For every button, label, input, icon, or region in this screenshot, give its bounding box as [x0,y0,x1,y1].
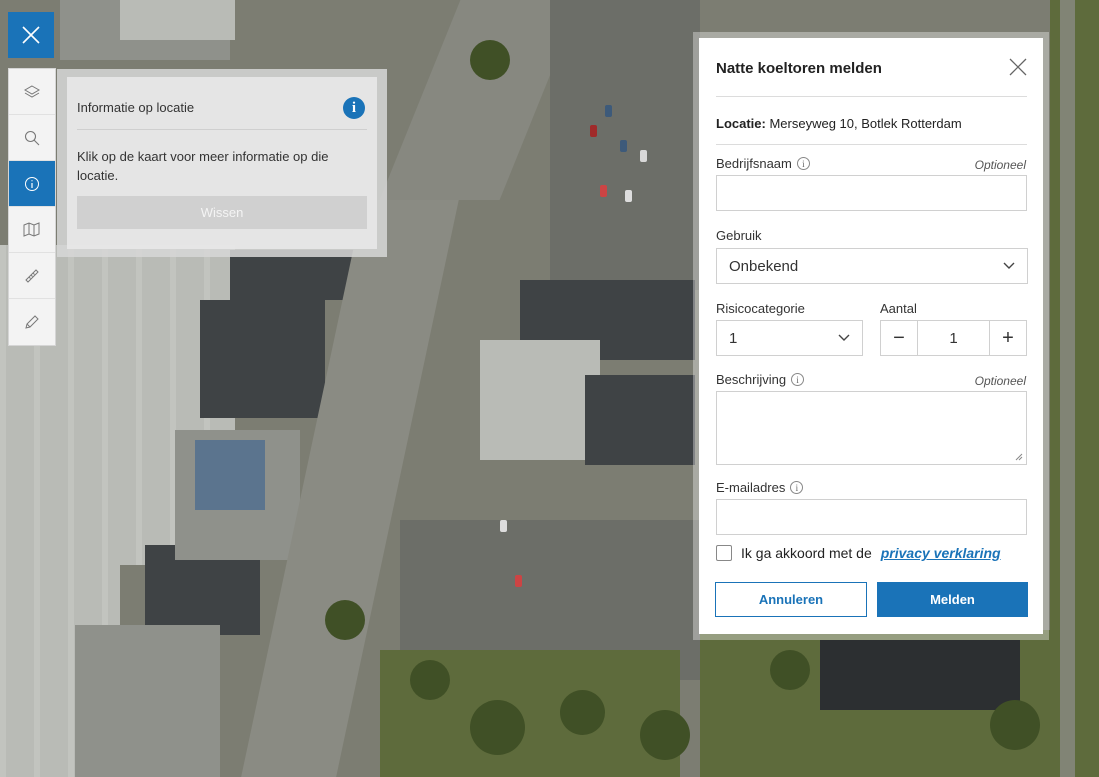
tree [470,40,510,80]
info-icon: i [343,97,365,119]
form-title: Natte koeltoren melden [716,60,882,77]
usage-select[interactable]: Onbekend [716,248,1028,284]
email-field[interactable] [716,499,1027,535]
usage-value: Onbekend [729,257,799,275]
car [500,520,507,532]
building-roof [200,300,325,418]
car [605,105,612,117]
building-roof [120,0,235,40]
layers-button[interactable] [9,69,55,115]
layers-icon [24,84,40,98]
description-label-text: Beschrijving [716,372,787,387]
privacy-consent-row: Ik ga akkoord met de privacy verklaring [716,545,1001,561]
pencil-icon [25,315,39,329]
email-label: E-mailadres i [716,480,804,495]
close-icon[interactable] [1007,56,1029,78]
location-line: Locatie: Merseyweg 10, Botlek Rotterdam [716,116,962,131]
tree [325,600,365,640]
car [600,185,607,197]
info-panel-title: Informatie op locatie [77,100,195,115]
tree [560,690,605,735]
description-textarea[interactable] [716,391,1027,465]
help-icon[interactable]: i [790,481,804,494]
help-icon[interactable]: i [791,373,805,386]
search-icon [24,130,40,145]
car [620,140,627,152]
divider [716,96,1027,97]
report-cooling-tower-form: Natte koeltoren melden Locatie: Merseywe… [699,38,1043,634]
cancel-button[interactable]: Annuleren [715,582,867,617]
count-label: Aantal [880,301,917,316]
tree [990,700,1040,750]
ruler-icon [25,268,39,283]
search-button[interactable] [9,115,55,161]
optional-label: Optioneel [974,158,1026,172]
usage-label: Gebruik [716,228,762,243]
count-value[interactable]: 1 [918,321,989,355]
info-panel: Informatie op locatie i Klik op de kaart… [57,69,387,257]
chevron-down-icon [838,334,850,341]
decrement-button[interactable]: − [881,321,918,355]
risk-category-value: 1 [729,329,738,347]
optional-label: Optioneel [974,374,1026,388]
map-toolbar [8,68,56,346]
description-label: Beschrijving i [716,372,805,387]
company-label-text: Bedrijfsnaam [716,156,792,171]
map-compare-button[interactable] [9,207,55,253]
email-label-text: E-mailadres [716,480,786,495]
draw-button[interactable] [9,299,55,345]
risk-category-select[interactable]: 1 [716,320,863,356]
tree [470,700,525,755]
privacy-statement-link[interactable]: privacy verklaring [881,545,1001,561]
blue-equipment [195,440,265,510]
building-roof [480,340,600,460]
consent-text: Ik ga akkoord met de [741,545,872,561]
chevron-down-icon [1003,262,1015,269]
map-compare-icon [23,221,40,237]
road [1060,0,1075,777]
building-roof [585,375,695,465]
car [590,125,597,137]
divider [716,144,1027,145]
building-roof [75,625,220,777]
increment-button[interactable]: + [989,321,1026,355]
info-button[interactable] [9,161,55,207]
close-map-tools-button[interactable] [8,12,54,58]
info-panel-body: Informatie op locatie i Klik op de kaart… [67,77,377,249]
car [625,190,632,202]
divider [77,129,367,130]
risk-category-label: Risicocategorie [716,301,805,316]
car [515,575,522,587]
tree [640,710,690,760]
building-roof [820,640,1020,710]
location-value: Merseyweg 10, Botlek Rotterdam [769,116,962,131]
info-panel-text: Klik op de kaart voor meer informatie op… [77,149,329,183]
measure-button[interactable] [9,253,55,299]
location-label: Locatie: [716,116,766,131]
info-icon [25,176,39,191]
clear-button[interactable]: Wissen [77,196,367,229]
count-stepper: − 1 + [880,320,1027,356]
building-roof [230,250,360,300]
help-icon[interactable]: i [796,157,810,170]
tree [770,650,810,690]
company-name-input[interactable] [716,175,1027,211]
car [640,150,647,162]
tree [410,660,450,700]
company-label: Bedrijfsnaam i [716,156,810,171]
close-icon [22,26,40,44]
submit-button[interactable]: Melden [877,582,1028,617]
resize-handle-icon[interactable] [1014,452,1023,461]
privacy-consent-checkbox[interactable] [716,545,732,561]
